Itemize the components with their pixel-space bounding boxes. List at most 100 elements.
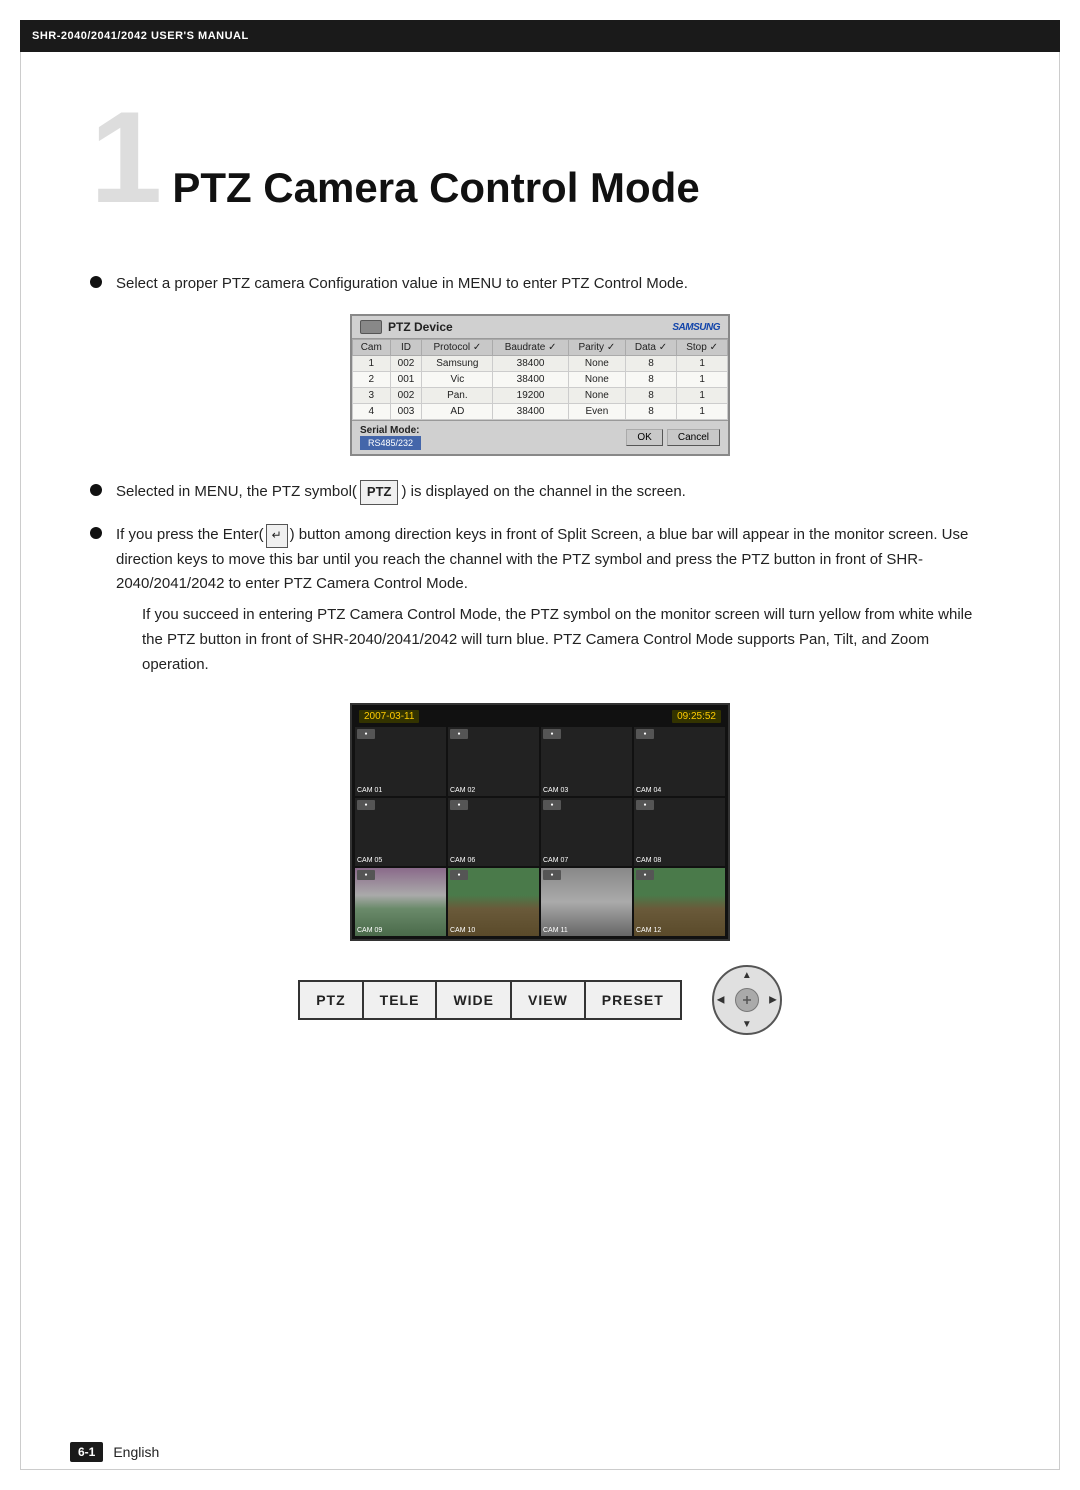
ptz-device-footer: Serial Mode: RS485/232 OK Cancel <box>352 420 728 454</box>
dpad-left-arrow[interactable]: ◀ <box>717 995 725 1006</box>
cam-cell-5: ● CAM 05 <box>355 798 446 866</box>
table-row: 1 002 Samsung 38400 None 8 1 <box>353 356 728 372</box>
col-protocol: Protocol ✓ <box>422 340 493 356</box>
cam-label-11: CAM 11 <box>543 927 568 934</box>
header-bar: SHR-2040/2041/2042 USER'S MANUAL <box>20 20 1060 52</box>
col-baudrate: Baudrate ✓ <box>493 340 569 356</box>
cam-label-5: CAM 05 <box>357 857 382 864</box>
ptz-device-table: Cam ID Protocol ✓ Baudrate ✓ Parity ✓ Da… <box>352 339 728 420</box>
cam-cell-12: ● CAM 12 <box>634 868 725 936</box>
cam-cell-6: ● CAM 06 <box>448 798 539 866</box>
cam-cell-2: ● CAM 02 <box>448 727 539 795</box>
cam-cell-10: ● CAM 10 <box>448 868 539 936</box>
chapter-title: PTZ Camera Control Mode <box>172 164 699 222</box>
chapter-number: 1 <box>90 92 162 222</box>
dpad-container: ▲ ▼ ◀ ▶ <box>712 965 782 1035</box>
page-footer: 6-1 English <box>70 1442 159 1462</box>
cam-label-3: CAM 03 <box>543 787 568 794</box>
col-cam: Cam <box>353 340 391 356</box>
wide-button[interactable]: WIDE <box>437 980 512 1020</box>
camera-grid-screenshot: 2007-03-11 09:25:52 ● CAM 01 ● CAM 02 ● … <box>350 703 730 941</box>
footer-language: English <box>113 1444 159 1460</box>
col-stop: Stop ✓ <box>677 340 728 356</box>
chapter-heading: 1 PTZ Camera Control Mode <box>90 92 990 232</box>
page-number-badge: 6-1 <box>70 1442 103 1462</box>
bullet-dot-2 <box>90 484 102 496</box>
cancel-button[interactable]: Cancel <box>667 429 720 446</box>
view-button[interactable]: VIEW <box>512 980 586 1020</box>
cam-cell-1: ● CAM 01 <box>355 727 446 795</box>
cam-top-bar: 2007-03-11 09:25:52 <box>355 708 725 727</box>
cam-icon-9: ● <box>357 870 375 880</box>
dpad-down-arrow[interactable]: ▼ <box>742 1019 752 1030</box>
cam-label-8: CAM 08 <box>636 857 661 864</box>
bullet-dot-1 <box>90 276 102 288</box>
bullet-item-3: If you press the Enter(↵) button among d… <box>90 523 990 684</box>
tape-icon <box>360 320 382 334</box>
cam-grid: ● CAM 01 ● CAM 02 ● CAM 03 ● CAM 04 ● CA… <box>355 727 725 936</box>
cam-icon-3: ● <box>543 729 561 739</box>
tele-button[interactable]: TELE <box>364 980 438 1020</box>
ok-button[interactable]: OK <box>626 429 662 446</box>
cam-time: 09:25:52 <box>672 710 721 723</box>
cam-icon-7: ● <box>543 800 561 810</box>
cam-label-7: CAM 07 <box>543 857 568 864</box>
serial-mode-dropdown[interactable]: RS485/232 <box>360 436 421 450</box>
cam-label-9: CAM 09 <box>357 927 382 934</box>
bullet-text-1: Select a proper PTZ camera Configuration… <box>116 272 688 296</box>
ptz-device-header-title: PTZ Device <box>360 320 453 334</box>
samsung-logo: SAMSUNG <box>672 322 720 333</box>
table-row: 2 001 Vic 38400 None 8 1 <box>353 372 728 388</box>
ptz-device-screenshot: PTZ Device SAMSUNG Cam ID Protocol ✓ Bau… <box>350 314 730 456</box>
cam-cell-4: ● CAM 04 <box>634 727 725 795</box>
bullet-3-main: If you press the Enter(↵) button among d… <box>116 526 968 593</box>
preset-button[interactable]: PRESET <box>586 980 682 1020</box>
bullet-item-1: Select a proper PTZ camera Configuration… <box>90 272 990 296</box>
table-row: 3 002 Pan. 19200 None 8 1 <box>353 388 728 404</box>
cam-label-12: CAM 12 <box>636 927 661 934</box>
dpad-right-arrow[interactable]: ▶ <box>769 995 777 1006</box>
ctrl-btn-group: PTZ TELE WIDE VIEW PRESET <box>298 980 682 1020</box>
bullet-item-2: Selected in MENU, the PTZ symbol(PTZ) is… <box>90 480 990 505</box>
col-parity: Parity ✓ <box>568 340 625 356</box>
cam-cell-8: ● CAM 08 <box>634 798 725 866</box>
dpad-up-arrow[interactable]: ▲ <box>742 970 752 981</box>
serial-mode-label: Serial Mode: <box>360 425 421 436</box>
cam-icon-2: ● <box>450 729 468 739</box>
cam-label-6: CAM 06 <box>450 857 475 864</box>
cam-cell-9: ● CAM 09 <box>355 868 446 936</box>
bullet-dot-3 <box>90 527 102 539</box>
cam-cell-3: ● CAM 03 <box>541 727 632 795</box>
cam-label-1: CAM 01 <box>357 787 382 794</box>
cam-date: 2007-03-11 <box>359 710 419 723</box>
cam-label-2: CAM 02 <box>450 787 475 794</box>
cam-label-10: CAM 10 <box>450 927 475 934</box>
col-id: ID <box>390 340 422 356</box>
cam-icon-10: ● <box>450 870 468 880</box>
dpad-center-button[interactable] <box>735 988 759 1012</box>
enter-icon: ↵ <box>266 524 288 548</box>
content-area: 1 PTZ Camera Control Mode Select a prope… <box>20 52 1060 1470</box>
col-data: Data ✓ <box>625 340 676 356</box>
ptz-device-title: PTZ Device <box>388 320 453 334</box>
cam-cell-11: ● CAM 11 <box>541 868 632 936</box>
cam-icon-12: ● <box>636 870 654 880</box>
control-buttons-row: PTZ TELE WIDE VIEW PRESET ▲ ▼ ◀ ▶ <box>330 965 750 1035</box>
cam-label-4: CAM 04 <box>636 787 661 794</box>
dpad-center-icon <box>742 995 752 1005</box>
ptz-device-header: PTZ Device SAMSUNG <box>352 316 728 339</box>
cam-cell-7: ● CAM 07 <box>541 798 632 866</box>
ptz-action-buttons: OK Cancel <box>626 429 720 446</box>
ptz-button[interactable]: PTZ <box>298 980 363 1020</box>
cam-icon-6: ● <box>450 800 468 810</box>
table-row: 4 003 AD 38400 Even 8 1 <box>353 404 728 420</box>
bullet-3-sub: If you succeed in entering PTZ Camera Co… <box>142 603 990 677</box>
cam-icon-4: ● <box>636 729 654 739</box>
dpad[interactable]: ▲ ▼ ◀ ▶ <box>712 965 782 1035</box>
cam-icon-1: ● <box>357 729 375 739</box>
cam-icon-5: ● <box>357 800 375 810</box>
ptz-badge: PTZ <box>360 480 399 505</box>
cam-icon-11: ● <box>543 870 561 880</box>
cam-icon-8: ● <box>636 800 654 810</box>
bullet-text-2: Selected in MENU, the PTZ symbol(PTZ) is… <box>116 480 686 505</box>
